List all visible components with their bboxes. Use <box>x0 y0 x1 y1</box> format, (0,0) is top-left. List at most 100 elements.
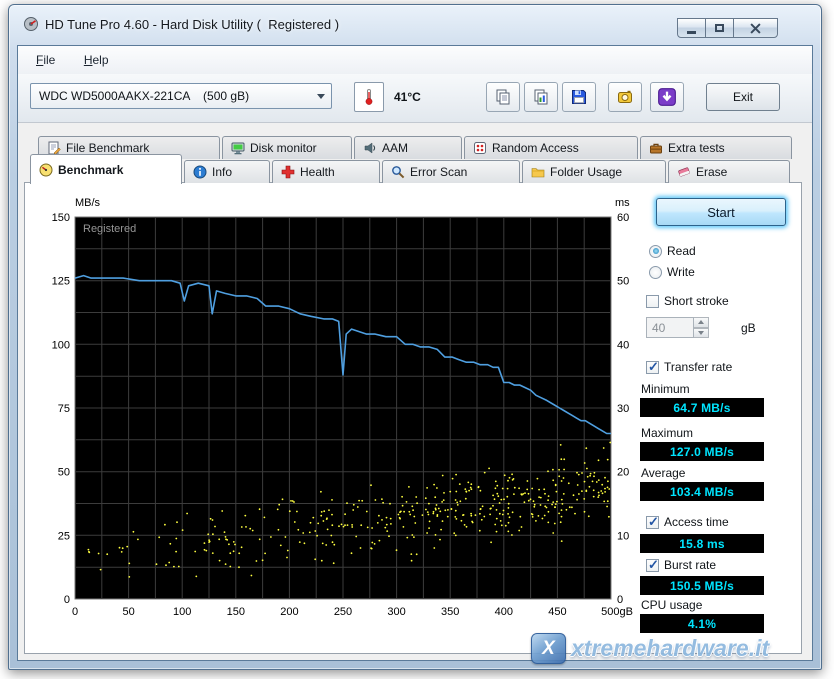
random-access-icon <box>473 141 487 155</box>
svg-text:60: 60 <box>617 212 629 224</box>
svg-text:125: 125 <box>52 276 70 288</box>
aam-icon <box>363 141 377 155</box>
benchmark-icon <box>39 163 53 177</box>
minimize-button[interactable] <box>677 18 706 38</box>
read-radio-label: Read <box>667 244 696 258</box>
short-stroke-size-input[interactable]: 40 <box>646 317 694 338</box>
tab-health[interactable]: Health <box>272 160 380 183</box>
drive-select-value: WDC WD5000AAKX-221CA (500 gB) <box>39 89 250 103</box>
tab-label: Extra tests <box>668 141 725 155</box>
short-stroke-size-stepper: 40 gB <box>646 317 756 338</box>
maximum-label: Maximum <box>641 426 694 440</box>
cpu-usage-value: 4.1% <box>640 614 764 633</box>
menu-help[interactable]: Help <box>78 52 115 68</box>
drive-select-dropdown[interactable]: WDC WD5000AAKX-221CA (500 gB) <box>30 83 332 109</box>
watermark: X xtremehardware.it <box>531 633 769 664</box>
read-radio[interactable]: Read <box>649 244 696 258</box>
svg-text:50: 50 <box>617 276 629 288</box>
spin-down-button[interactable] <box>694 327 709 338</box>
average-value: 103.4 MB/s <box>640 482 764 501</box>
benchmark-controls: Start Read Write Short stroke 40 gB ✓ Tr… <box>637 193 799 649</box>
benchmark-page: Registered MB/s ms 150 125 100 75 50 25 0 60 50 40 30… <box>24 182 802 654</box>
minimize-icon <box>687 30 696 34</box>
burst-rate-label: Burst rate <box>664 558 717 572</box>
temperature-indicator <box>354 82 384 112</box>
save-screenshot-button[interactable] <box>562 82 596 112</box>
client-area: File Help WDC WD5000AAKX-221CA (500 gB) … <box>17 45 813 661</box>
maximum-value: 127.0 MB/s <box>640 442 764 461</box>
short-stroke-label: Short stroke <box>664 294 729 308</box>
start-button[interactable]: Start <box>656 198 786 226</box>
svg-text:500gB: 500gB <box>601 606 633 618</box>
app-icon <box>23 16 39 32</box>
short-stroke-checkbox[interactable]: Short stroke <box>646 294 729 308</box>
maximize-button[interactable] <box>705 18 734 38</box>
tab-label: Benchmark <box>58 162 124 177</box>
svg-text:400: 400 <box>495 606 513 618</box>
burst-rate-checkbox[interactable]: Burst rate <box>646 557 717 573</box>
burst-rate-value: 150.5 MB/s <box>640 576 764 595</box>
copy-screenshot-icon <box>534 89 548 105</box>
disk-monitor-icon <box>231 141 245 155</box>
svg-text:250: 250 <box>334 606 352 618</box>
copy-text-button[interactable] <box>486 82 520 112</box>
spinner-buttons <box>694 317 709 338</box>
tab-label: Info <box>212 165 233 179</box>
svg-text:150: 150 <box>227 606 245 618</box>
folder-usage-icon <box>531 165 545 179</box>
svg-text:50: 50 <box>58 467 70 479</box>
close-button[interactable] <box>733 18 778 38</box>
tabstrip: File Benchmark Disk monitor AAM Random A… <box>18 122 812 184</box>
capture-icon <box>618 90 632 103</box>
menubar: File Help <box>18 46 812 75</box>
tab-info[interactable]: Info <box>184 160 270 183</box>
svg-text:MB/s: MB/s <box>75 197 101 209</box>
access-time-checkbox[interactable]: Access time <box>646 514 729 530</box>
tab-aam[interactable]: AAM <box>354 136 462 159</box>
svg-text:200: 200 <box>280 606 298 618</box>
transfer-rate-checkbox[interactable]: Transfer rate <box>646 359 732 375</box>
tab-extra-tests[interactable]: Extra tests <box>640 136 792 159</box>
svg-text:Registered: Registered <box>83 223 136 235</box>
svg-text:75: 75 <box>58 403 70 415</box>
download-button[interactable] <box>650 82 684 112</box>
tab-disk-monitor[interactable]: Disk monitor <box>222 136 352 159</box>
watermark-text: xtremehardware.it <box>571 635 770 661</box>
file-benchmark-icon <box>47 141 61 155</box>
svg-text:300: 300 <box>387 606 405 618</box>
copy-screenshot-button[interactable] <box>524 82 558 112</box>
caption-buttons <box>677 18 778 38</box>
thermometer-icon <box>365 89 373 105</box>
tab-folder-usage[interactable]: Folder Usage <box>522 160 666 183</box>
svg-text:50: 50 <box>122 606 134 618</box>
svg-text:150: 150 <box>52 212 70 224</box>
tab-random-access[interactable]: Random Access <box>464 136 638 159</box>
menu-file[interactable]: File <box>30 52 61 68</box>
svg-text:ms: ms <box>615 197 630 209</box>
close-icon <box>750 22 761 34</box>
svg-text:450: 450 <box>548 606 566 618</box>
svg-text:25: 25 <box>58 530 70 542</box>
spin-up-button[interactable] <box>694 317 709 328</box>
capture-button[interactable] <box>608 82 642 112</box>
info-icon <box>193 165 207 179</box>
svg-text:0: 0 <box>72 606 78 618</box>
svg-text:0: 0 <box>617 594 623 606</box>
exit-button[interactable]: Exit <box>706 83 780 111</box>
error-scan-icon <box>391 165 405 179</box>
tab-label: Erase <box>696 165 728 179</box>
benchmark-chart: RegisteredMB/s ms150125100755025060504030… <box>52 197 633 618</box>
radio-icon <box>649 244 662 258</box>
minimum-value: 64.7 MB/s <box>640 398 764 417</box>
svg-text:40: 40 <box>617 339 629 351</box>
chevron-up-icon <box>698 320 704 325</box>
erase-icon <box>677 165 691 179</box>
tab-erase[interactable]: Erase <box>668 160 790 183</box>
svg-text:20: 20 <box>617 467 629 479</box>
checkbox-icon <box>646 514 659 530</box>
tab-benchmark[interactable]: Benchmark <box>30 154 182 184</box>
svg-text:100: 100 <box>173 606 191 618</box>
chevron-down-icon <box>698 330 704 335</box>
tab-error-scan[interactable]: Error Scan <box>382 160 520 183</box>
write-radio[interactable]: Write <box>649 265 695 279</box>
